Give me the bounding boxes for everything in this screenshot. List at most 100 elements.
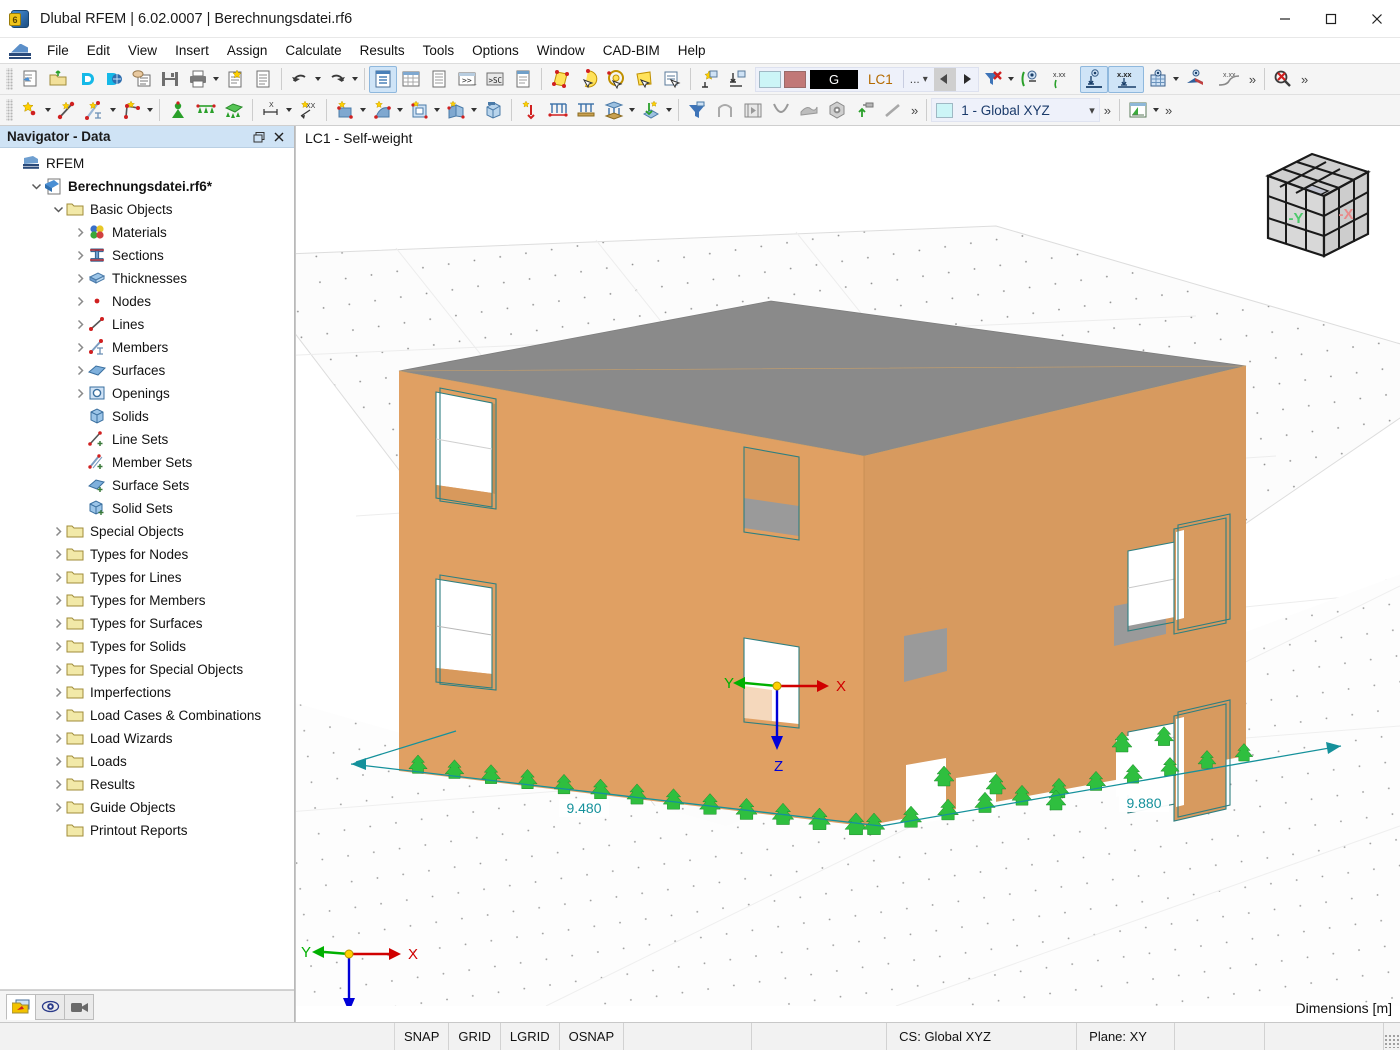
navigator-item-nodes[interactable]: Nodes — [0, 290, 294, 313]
navigator-tab-views[interactable] — [64, 993, 94, 1020]
new-opening-icon[interactable] — [405, 97, 433, 124]
print-dropdown-caret[interactable] — [213, 77, 219, 81]
navigator-item-members[interactable]: Members — [0, 336, 294, 359]
free-select-icon[interactable] — [658, 66, 686, 93]
navigator-tab-data[interactable] — [6, 993, 36, 1020]
chevron-right-icon[interactable] — [72, 271, 88, 287]
new-surface-icon[interactable] — [331, 97, 359, 124]
nodal-support-icon[interactable] — [164, 97, 192, 124]
toolbar2-overflow-chevron[interactable]: » — [907, 103, 922, 118]
navigator-item-line-sets[interactable]: Line Sets — [0, 428, 294, 451]
member-load-icon[interactable] — [572, 97, 600, 124]
new-member-dropdown-caret[interactable] — [110, 108, 116, 112]
new-surface-dropdown-caret[interactable] — [360, 108, 366, 112]
load-case-color-swatch-1[interactable] — [759, 70, 781, 88]
menu-help[interactable]: Help — [669, 40, 715, 61]
navigator-item-types-for-members[interactable]: Types for Members — [0, 589, 294, 612]
menu-insert[interactable]: Insert — [166, 40, 218, 61]
navigator-panel-icon[interactable] — [369, 65, 397, 93]
chevron-right-icon[interactable] — [50, 754, 66, 770]
menu-window[interactable]: Window — [528, 40, 594, 61]
chevron-right-icon[interactable] — [50, 685, 66, 701]
new-polyline-dropdown-caret[interactable] — [147, 108, 153, 112]
navigator-item-materials[interactable]: Materials — [0, 221, 294, 244]
dimension-x-icon[interactable]: X — [257, 97, 285, 124]
dimension-dropdown-caret[interactable] — [286, 108, 292, 112]
navigator-close-button[interactable] — [269, 127, 289, 147]
chevron-right-icon[interactable] — [50, 662, 66, 678]
line-display-icon[interactable] — [879, 97, 907, 124]
navigator-item-basic-objects[interactable]: Basic Objects — [0, 198, 294, 221]
chevron-right-icon[interactable] — [50, 731, 66, 747]
navigator-item-types-for-nodes[interactable]: Types for Nodes — [0, 543, 294, 566]
script-icon[interactable]: >SC — [481, 66, 509, 93]
navigator-item-guide-objects[interactable]: Guide Objects — [0, 796, 294, 819]
load-case-next-button[interactable] — [956, 68, 978, 91]
member-load-dropdown-caret[interactable] — [629, 108, 635, 112]
curved-surface-dropdown-caret[interactable] — [397, 108, 403, 112]
navigator-item-openings[interactable]: Openings — [0, 382, 294, 405]
chevron-right-icon[interactable] — [50, 524, 66, 540]
navigator-item-thicknesses[interactable]: Thicknesses — [0, 267, 294, 290]
graph-dropdown-caret[interactable] — [1153, 108, 1159, 112]
navigator-item-imperfections[interactable]: Imperfections — [0, 681, 294, 704]
chevron-down-icon[interactable]: ▾ — [923, 74, 934, 85]
coord-overflow-chevron[interactable]: » — [1100, 103, 1115, 118]
undo-icon[interactable] — [286, 66, 314, 93]
menu-assign[interactable]: Assign — [218, 40, 277, 61]
navigator-item-rfem[interactable]: RFEM — [0, 152, 294, 175]
menu-calculate[interactable]: Calculate — [276, 40, 350, 61]
redo-dropdown-caret[interactable] — [352, 77, 358, 81]
chevron-right-icon[interactable] — [50, 639, 66, 655]
navigator-tree[interactable]: RFEM Berechnungsdatei.rf6* Basic Objects Ma… — [0, 148, 294, 990]
filter-clear-icon[interactable] — [979, 66, 1007, 93]
status-toggle-grid[interactable]: GRID — [449, 1023, 501, 1050]
new-surface-set-icon[interactable] — [442, 97, 470, 124]
load-group-indicator[interactable]: G — [810, 69, 858, 89]
menu-results[interactable]: Results — [351, 40, 414, 61]
navigator-item-printout-reports[interactable]: Printout Reports — [0, 819, 294, 842]
animation-icon[interactable] — [739, 97, 767, 124]
navigator-item-loads[interactable]: Loads — [0, 750, 294, 773]
cloud-connect-icon[interactable] — [72, 66, 100, 93]
filter-icon[interactable] — [683, 97, 711, 124]
navigator-item-types-for-lines[interactable]: Types for Lines — [0, 566, 294, 589]
navigator-item-load-cases-combinations[interactable]: Load Cases & Combinations — [0, 704, 294, 727]
new-solid-icon[interactable] — [479, 97, 507, 124]
redo-icon[interactable] — [323, 66, 351, 93]
dimension-xx-icon[interactable]: XX — [294, 97, 322, 124]
section-result-icon[interactable] — [1181, 66, 1209, 93]
status-coordinate-system[interactable]: CS: Global XYZ — [887, 1023, 1078, 1050]
navigator-item-types-for-solids[interactable]: Types for Solids — [0, 635, 294, 658]
numeric-result-icon[interactable]: x.xx — [1107, 65, 1144, 93]
chevron-right-icon[interactable] — [72, 363, 88, 379]
surface-set-dropdown-caret[interactable] — [471, 108, 477, 112]
chevron-right-icon[interactable] — [50, 570, 66, 586]
status-toggle-lgrid[interactable]: LGRID — [501, 1023, 560, 1050]
navigator-item-surfaces[interactable]: Surfaces — [0, 359, 294, 382]
coordinate-system-combo[interactable]: 1 - Global XYZ ▾ — [931, 98, 1100, 122]
menu-view[interactable]: View — [119, 40, 166, 61]
chevron-right-icon[interactable] — [72, 340, 88, 356]
load-case-prev-button[interactable] — [933, 67, 956, 91]
show-support-icon[interactable] — [1016, 66, 1044, 93]
chevron-right-icon[interactable] — [50, 547, 66, 563]
navigator-float-button[interactable] — [249, 127, 269, 147]
info-panel-icon[interactable] — [509, 66, 537, 93]
model-cloud-icon[interactable] — [100, 66, 128, 93]
open-folder-icon[interactable] — [44, 66, 72, 93]
chevron-right-icon[interactable] — [50, 616, 66, 632]
save-icon[interactable] — [156, 66, 184, 93]
chevron-right-icon[interactable] — [72, 317, 88, 333]
surface-support-icon[interactable] — [220, 97, 248, 124]
special-select-icon[interactable] — [602, 66, 630, 93]
navigator-item-load-wizards[interactable]: Load Wizards — [0, 727, 294, 750]
new-member-icon[interactable] — [81, 97, 109, 124]
print-icon[interactable] — [184, 66, 212, 93]
model-viewport[interactable]: LC1 - Self-weight Dimensions [m] 9.480 9… — [295, 126, 1400, 1022]
view-cube[interactable]: -Y -X — [1250, 146, 1380, 274]
chevron-right-icon[interactable] — [50, 593, 66, 609]
show-values-icon[interactable]: x.xx — [1044, 66, 1080, 93]
document-icon[interactable] — [249, 66, 277, 93]
deselect-all-icon[interactable] — [723, 66, 751, 93]
